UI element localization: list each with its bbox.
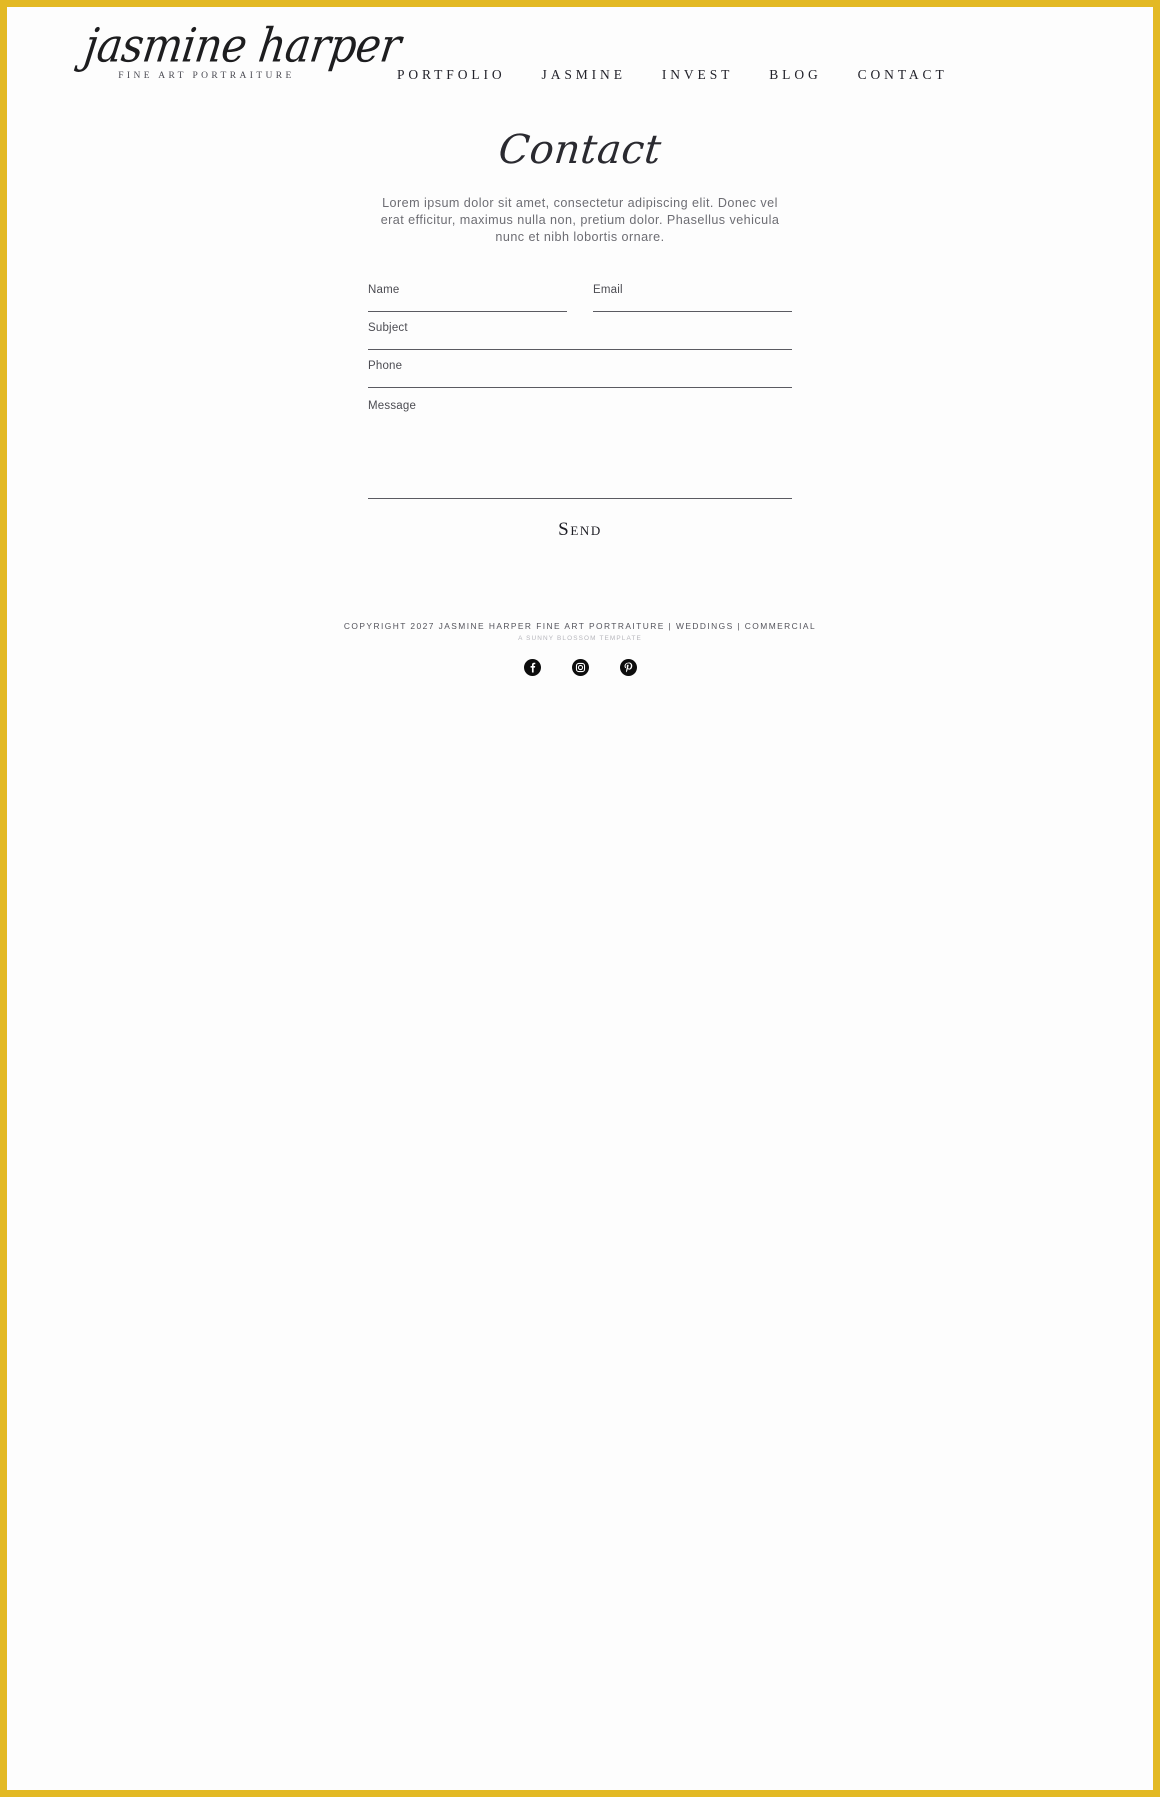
subject-field-group: Subject [368, 322, 792, 363]
name-field-group: Name [368, 284, 567, 325]
main-content: Contact Lorem ipsum dolor sit amet, cons… [7, 127, 1153, 676]
facebook-icon [523, 659, 541, 676]
facebook-link[interactable] [523, 659, 541, 676]
email-field-underline: Email [593, 284, 792, 325]
pinterest-link[interactable] [619, 659, 637, 676]
site-logo[interactable]: jasmine harper FINE ART PORTRAITURE [81, 18, 404, 81]
instagram-link[interactable] [571, 659, 589, 676]
send-button[interactable]: Send [544, 515, 616, 545]
subject-field-label: Subject [368, 322, 408, 334]
footer-copyright: COPYRIGHT 2027 JASMINE HARPER FINE ART P… [343, 621, 817, 631]
email-field-group: Email [593, 284, 792, 325]
phone-field-group: Phone [368, 360, 792, 401]
site-footer: COPYRIGHT 2027 JASMINE HARPER FINE ART P… [7, 621, 1153, 676]
intro-paragraph: Lorem ipsum dolor sit amet, consectetur … [380, 196, 780, 244]
page-title: Contact [496, 127, 664, 173]
pinterest-icon [619, 659, 637, 676]
name-field-label: Name [368, 284, 400, 296]
instagram-icon [571, 659, 589, 676]
page-canvas: jasmine harper FINE ART PORTRAITURE PORT… [7, 7, 1153, 1790]
main-navigation: PORTFOLIO JASMINE INVEST BLOG CONTACT [397, 63, 948, 87]
nav-item-portfolio[interactable]: PORTFOLIO [397, 63, 506, 87]
message-field-group: Message [368, 400, 792, 509]
nav-item-contact[interactable]: CONTACT [858, 63, 948, 87]
name-field-underline: Name [368, 284, 567, 325]
nav-item-invest[interactable]: INVEST [662, 63, 733, 87]
phone-field-underline: Phone [368, 360, 792, 401]
phone-input[interactable] [368, 377, 792, 401]
subject-field-underline: Subject [368, 322, 792, 363]
site-header: jasmine harper FINE ART PORTRAITURE PORT… [7, 7, 1153, 125]
footer-credit: A SUNNY BLOSSOM TEMPLATE [518, 635, 642, 642]
message-field-label: Message [368, 400, 417, 412]
nav-item-blog[interactable]: BLOG [769, 63, 821, 87]
nav-item-jasmine[interactable]: JASMINE [542, 63, 626, 87]
message-field-underline: Message [368, 400, 792, 509]
email-field-label: Email [593, 284, 623, 296]
name-email-row: Name Email [368, 284, 792, 325]
message-textarea[interactable] [368, 417, 792, 509]
logo-wordmark: jasmine harper [81, 18, 405, 73]
contact-form: Name Email Subject Phone Message Send [368, 284, 792, 545]
phone-field-label: Phone [368, 360, 403, 372]
social-links [7, 659, 1153, 676]
